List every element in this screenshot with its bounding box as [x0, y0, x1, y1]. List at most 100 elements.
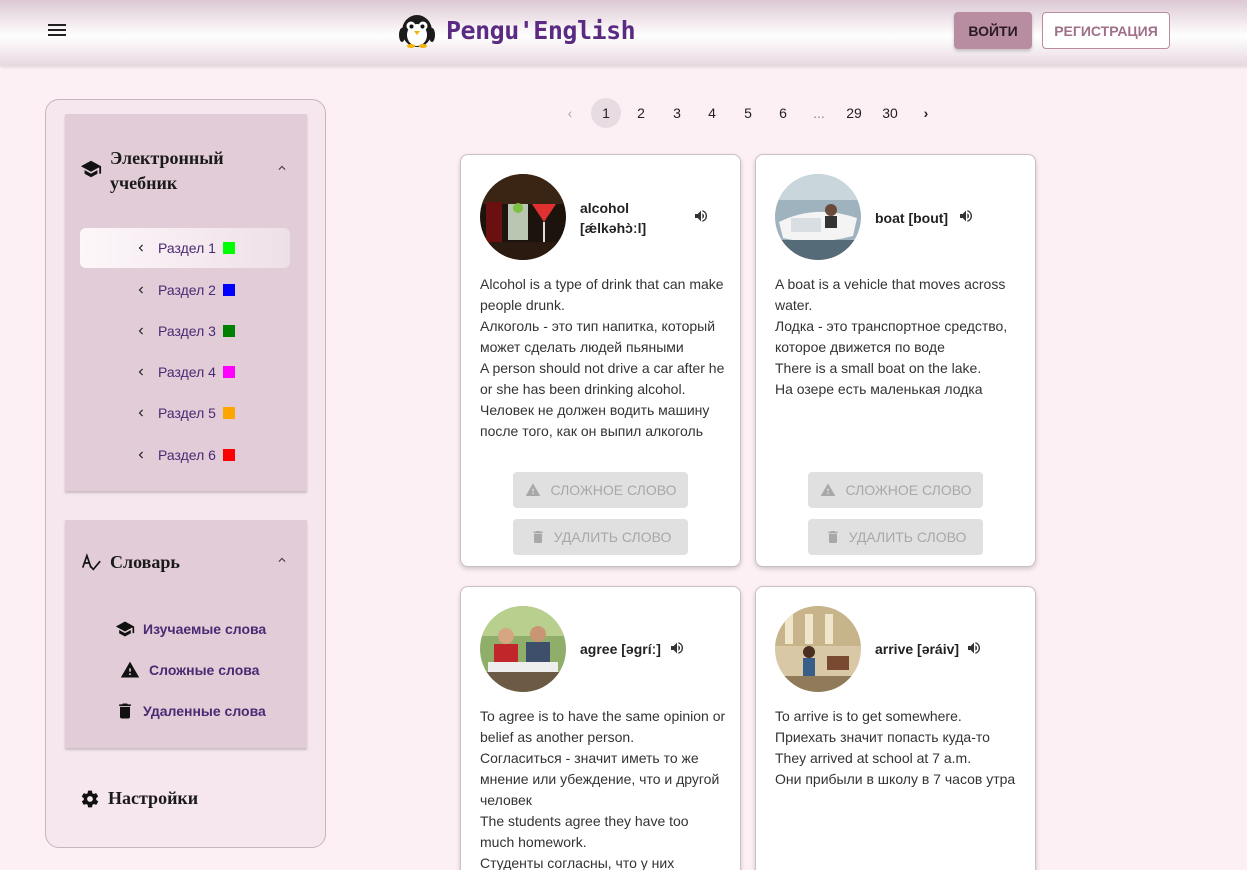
chevron-up-icon[interactable]	[275, 553, 289, 567]
chevron-left-icon	[138, 368, 143, 376]
example-ru: Человек не должен водить машину после то…	[480, 402, 710, 439]
warning-icon	[526, 483, 541, 496]
graduation-cap-icon	[80, 160, 102, 178]
meaning-en: To arrive is to get somewhere.	[775, 708, 962, 724]
word-card: boat [bout] A boat is a vehicle that mov…	[755, 154, 1036, 567]
word-transcription: [ǽlkəhɔ̀ːl]	[580, 220, 647, 236]
word-description: To arrive is to get somewhere. Приехать …	[775, 706, 1021, 790]
warning-icon	[120, 661, 140, 678]
pagination-next-button[interactable]: ›	[911, 98, 941, 128]
hamburger-menu-icon[interactable]	[46, 21, 68, 43]
hard-word-button[interactable]: СЛОЖНОЕ СЛОВО	[513, 472, 688, 508]
speaker-icon[interactable]	[693, 208, 709, 224]
delete-word-button[interactable]: УДАЛИТЬ СЛОВО	[808, 519, 983, 555]
dictionary-item-hard-words[interactable]: Сложные слова	[119, 660, 259, 680]
page-button-3[interactable]: 3	[662, 98, 692, 128]
section-color-swatch	[223, 366, 235, 378]
warning-icon	[821, 483, 836, 496]
sidebar-item-section-2[interactable]: Раздел 2	[80, 270, 290, 310]
page-button-29[interactable]: 29	[839, 98, 869, 128]
word-description: Alcohol is a type of drink that can make…	[480, 274, 726, 442]
sidebar-item-section-6[interactable]: Раздел 6	[80, 435, 290, 475]
dictionary-item-label: Изучаемые слова	[143, 621, 267, 637]
meaning-ru: Приехать значит попасть куда-то	[775, 729, 990, 745]
dictionary-item-learning-words[interactable]: Изучаемые слова	[115, 619, 266, 639]
word-card: alcohol [ǽlkəhɔ̀ːl] Alcohol is a type of…	[460, 154, 741, 567]
settings-item[interactable]: Настройки	[80, 788, 198, 809]
textbook-header[interactable]: Электронный учебник	[80, 146, 224, 196]
example-ru: Они прибыли в школу в 7 часов утра	[775, 771, 1016, 787]
trash-icon	[119, 703, 131, 719]
word-text: alcohol	[580, 200, 630, 216]
sidebar-item-section-3[interactable]: Раздел 3	[80, 311, 290, 351]
chevron-left-icon	[138, 327, 143, 335]
word-image	[480, 174, 566, 260]
dictionary-item-label: Сложные слова	[149, 662, 260, 678]
word-title: agree [əgríː]	[580, 639, 661, 659]
word-card: arrive [əráiv] To arrive is to get somew…	[755, 586, 1036, 870]
settings-label: Настройки	[108, 788, 199, 808]
word-title: alcohol [ǽlkəhɔ̀ːl]	[580, 198, 646, 238]
chevron-left-icon	[138, 244, 143, 252]
sidebar-item-section-4[interactable]: Раздел 4	[80, 352, 290, 392]
word-text: arrive [əráiv]	[875, 641, 960, 657]
example-en: A person should not drive a car after he…	[480, 360, 725, 397]
word-image	[480, 606, 566, 692]
graduation-cap-icon	[115, 621, 135, 637]
speaker-icon[interactable]	[966, 640, 982, 656]
dictionary-header[interactable]: Словарь	[80, 550, 180, 575]
section-label: Раздел 5	[158, 405, 216, 421]
speaker-icon[interactable]	[958, 208, 974, 224]
gear-icon	[81, 790, 99, 807]
login-button[interactable]: ВОЙТИ	[954, 12, 1032, 49]
hard-word-button[interactable]: СЛОЖНОЕ СЛОВО	[808, 472, 983, 508]
example-ru: На озере есть маленькая лодка	[775, 381, 983, 397]
section-color-swatch	[223, 284, 235, 296]
logo[interactable]: Pengu'English	[398, 12, 636, 48]
chevron-left-icon	[138, 286, 143, 294]
page-button-1[interactable]: 1	[591, 98, 621, 128]
spellcheck-icon	[81, 552, 101, 571]
section-label: Раздел 2	[158, 282, 216, 298]
word-image	[775, 606, 861, 692]
chevron-left-icon	[138, 409, 143, 417]
example-en: They arrived at school at 7 a.m.	[775, 750, 972, 766]
word-card: agree [əgríː] To agree is to have the sa…	[460, 586, 741, 870]
section-color-swatch	[223, 449, 235, 461]
page-button-30[interactable]: 30	[875, 98, 905, 128]
delete-word-label: УДАЛИТЬ СЛОВО	[848, 529, 967, 545]
meaning-en: Alcohol is a type of drink that can make…	[480, 276, 724, 313]
page-button-2[interactable]: 2	[626, 98, 656, 128]
delete-word-label: УДАЛИТЬ СЛОВО	[553, 529, 672, 545]
penguin-logo-icon	[399, 15, 435, 48]
chevron-up-icon[interactable]	[275, 161, 289, 175]
dictionary-item-deleted-words[interactable]: Удаленные слова	[115, 701, 266, 721]
sidebar-item-section-1[interactable]: Раздел 1	[80, 228, 290, 268]
sidebar-item-section-5[interactable]: Раздел 5	[80, 393, 290, 433]
example-ru: Студенты согласны, что у них	[480, 855, 675, 870]
delete-word-button[interactable]: УДАЛИТЬ СЛОВО	[513, 519, 688, 555]
example-en: There is a small boat on the lake.	[775, 360, 982, 376]
meaning-en: A boat is a vehicle that moves across wa…	[775, 276, 1006, 313]
dictionary-panel: Словарь Изучаемые слова Сложные слова Уд…	[65, 520, 307, 748]
page-button-6[interactable]: 6	[768, 98, 798, 128]
meaning-ru: Лодка - это транспортное средство, котор…	[775, 318, 1008, 355]
page-button-5[interactable]: 5	[733, 98, 763, 128]
trash-icon	[827, 531, 838, 543]
sidebar: Электронный учебник Раздел 1 Раздел 2 Ра…	[45, 99, 326, 848]
section-color-swatch	[223, 407, 235, 419]
speaker-icon[interactable]	[669, 640, 685, 656]
hard-word-label: СЛОЖНОЕ СЛОВО	[845, 482, 972, 498]
textbook-panel: Электронный учебник Раздел 1 Раздел 2 Ра…	[65, 114, 307, 491]
textbook-title-line2: учебник	[110, 173, 178, 193]
hard-word-label: СЛОЖНОЕ СЛОВО	[550, 482, 677, 498]
trash-icon	[532, 531, 543, 543]
section-label: Раздел 1	[158, 240, 216, 256]
page-button-4[interactable]: 4	[697, 98, 727, 128]
section-label: Раздел 3	[158, 323, 216, 339]
pagination-prev-button[interactable]: ‹	[555, 98, 585, 128]
register-button[interactable]: РЕГИСТРАЦИЯ	[1042, 12, 1170, 49]
chevron-left-icon	[138, 451, 143, 459]
word-text: agree [əgríː]	[580, 641, 661, 657]
section-color-swatch	[223, 325, 235, 337]
